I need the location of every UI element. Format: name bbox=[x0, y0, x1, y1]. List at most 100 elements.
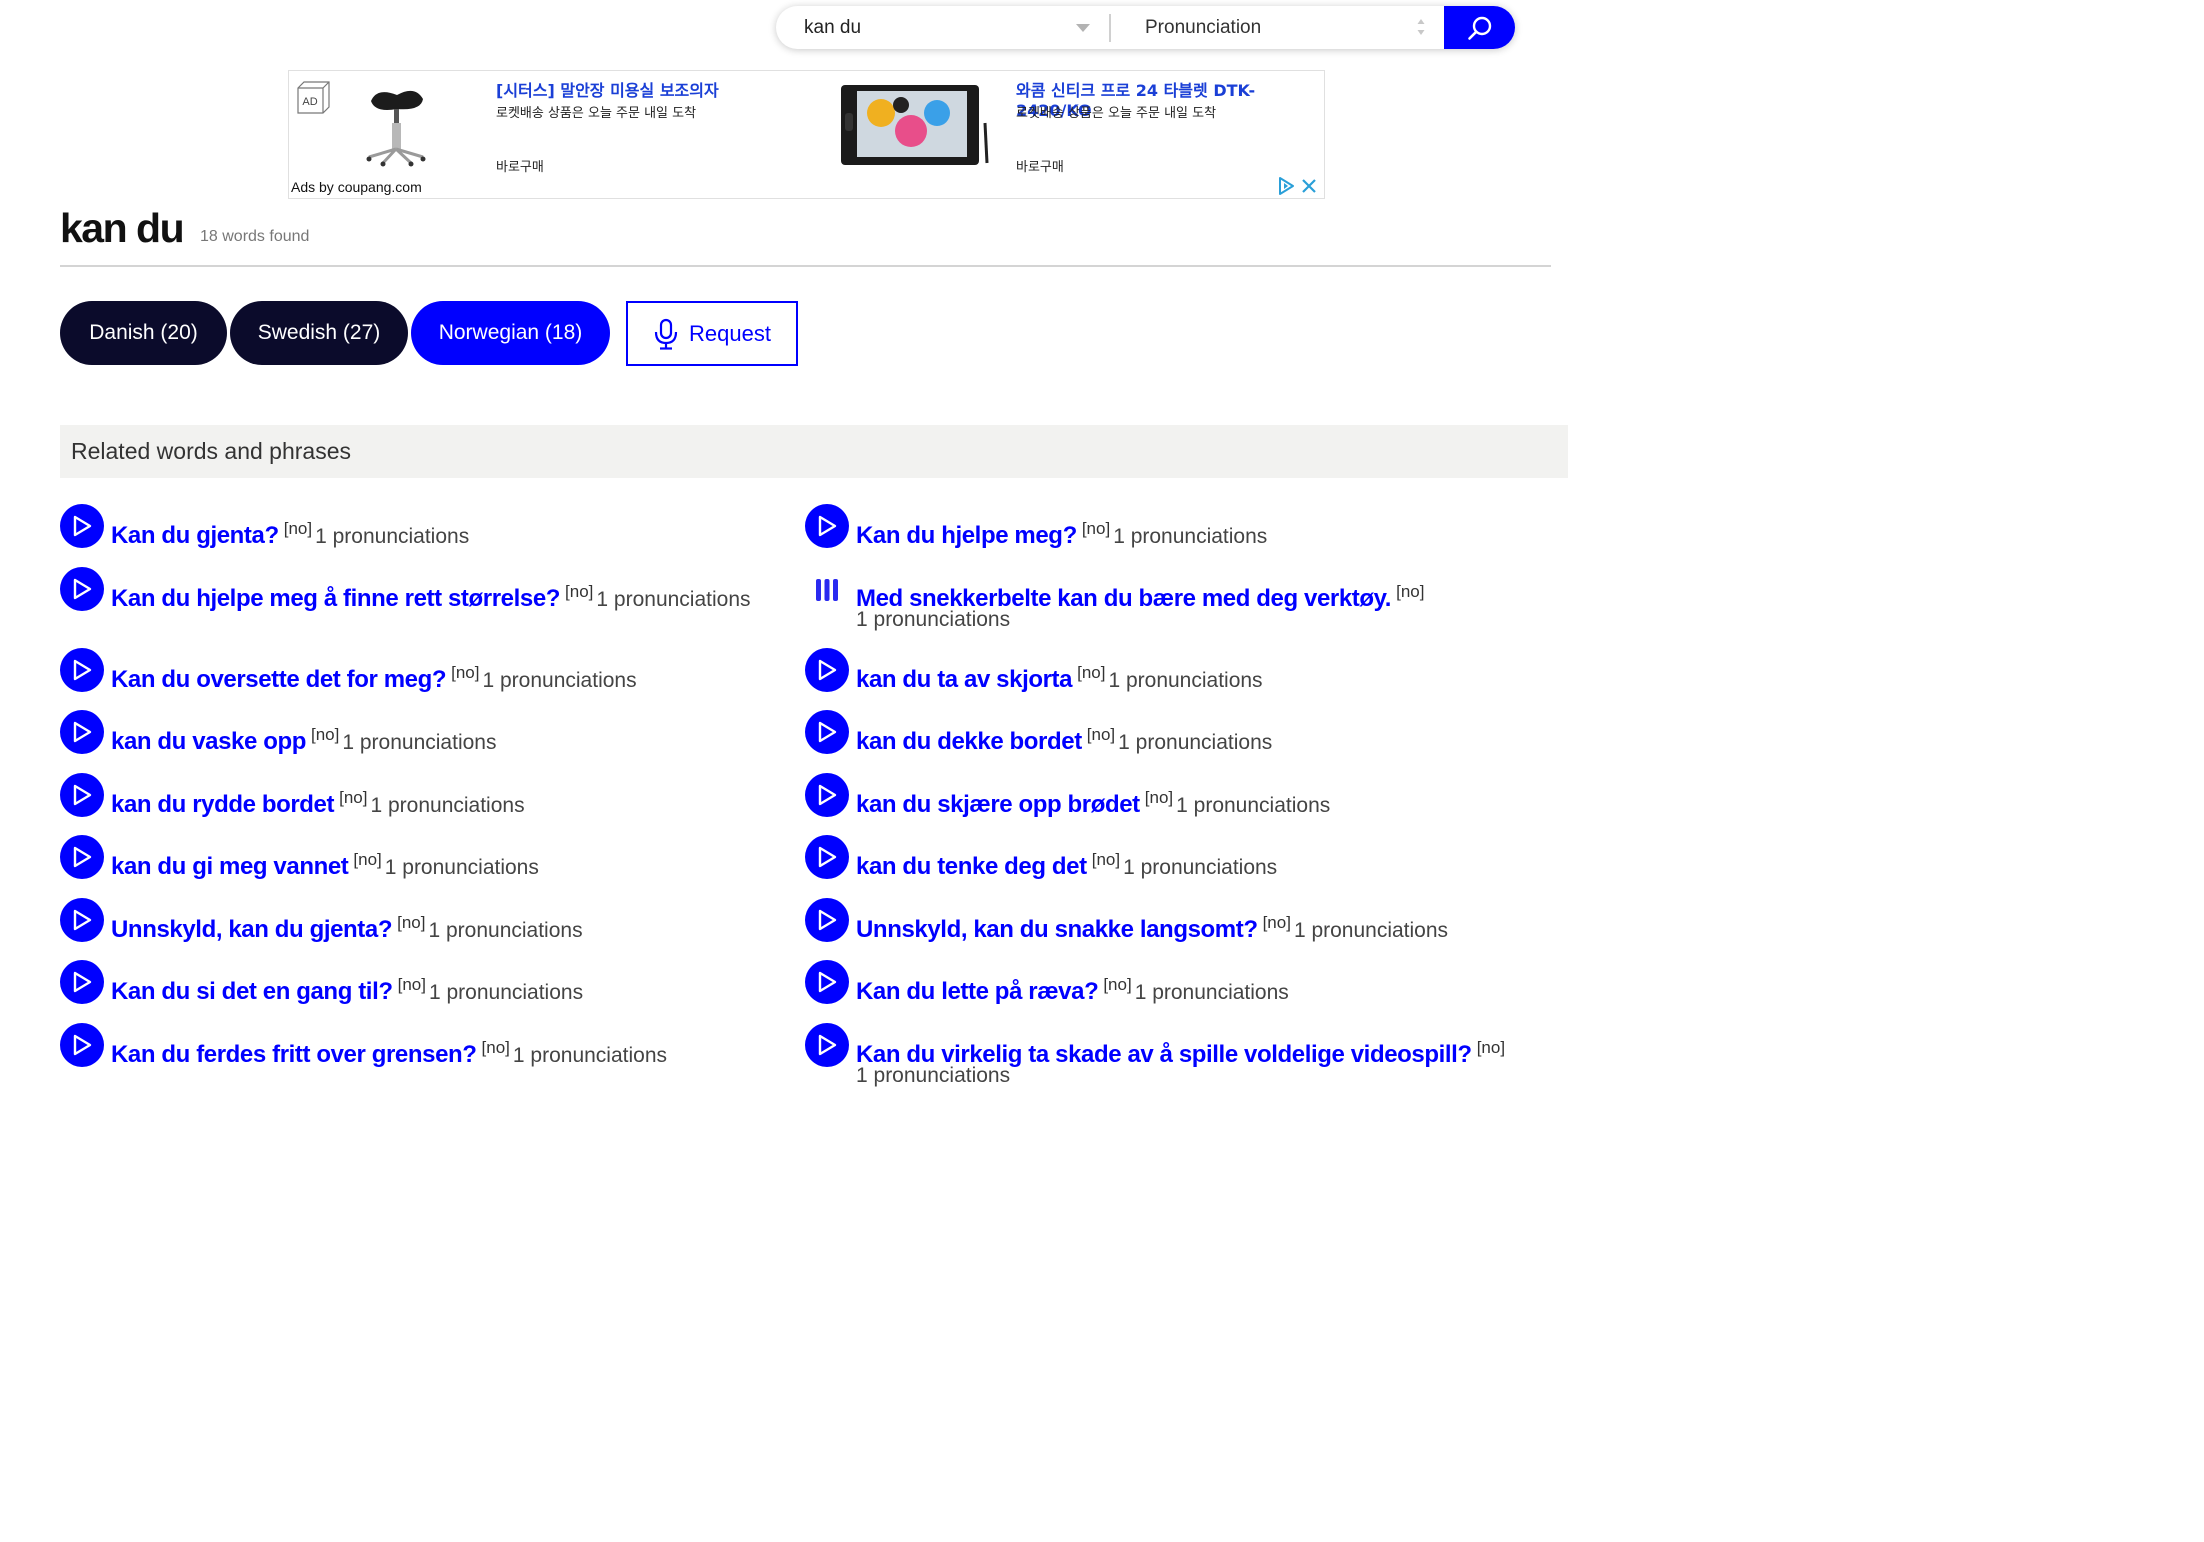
related-title: Related words and phrases bbox=[71, 438, 351, 464]
tab-danish[interactable]: Danish (20) bbox=[60, 301, 227, 365]
play-icon bbox=[818, 971, 837, 993]
close-icon[interactable] bbox=[1300, 176, 1318, 196]
phrase-link[interactable]: Kan du hjelpe meg å finne rett størrelse… bbox=[111, 585, 560, 612]
phrase-link[interactable]: Kan du si det en gang til? bbox=[111, 978, 393, 1005]
tablet-image[interactable] bbox=[841, 83, 989, 167]
language-tag: [no] bbox=[1086, 725, 1116, 744]
pronunciation-count: 1 pronunciations bbox=[856, 608, 1011, 631]
play-button[interactable] bbox=[805, 648, 849, 692]
language-tag: [no] bbox=[339, 788, 368, 807]
phrase-link[interactable]: Kan du lette på ræva? bbox=[856, 978, 1099, 1005]
pronunciation-count: 1 pronunciations bbox=[856, 1064, 1011, 1087]
ad-product1-buy[interactable]: 바로구매 bbox=[496, 156, 544, 175]
search-bar: kan du Pronunciation bbox=[776, 6, 1515, 49]
play-icon bbox=[73, 659, 92, 681]
pronunciation-count: 1 pronunciations bbox=[384, 856, 539, 879]
divider bbox=[60, 265, 1551, 267]
phrase-link[interactable]: kan du dekke bordet bbox=[856, 728, 1082, 755]
play-icon bbox=[818, 721, 837, 743]
play-button[interactable] bbox=[60, 773, 104, 817]
search-button[interactable] bbox=[1444, 6, 1515, 49]
tab-swedish[interactable]: Swedish (27) bbox=[230, 301, 408, 365]
request-label: Request bbox=[689, 320, 771, 346]
ad-badge: AD bbox=[295, 79, 331, 115]
phrase-link[interactable]: kan du ta av skjorta bbox=[856, 666, 1072, 693]
play-icon bbox=[818, 784, 837, 806]
ads-by-label[interactable]: Ads by coupang.com bbox=[291, 179, 422, 195]
phrase-link[interactable]: Kan du hjelpe meg? bbox=[856, 522, 1077, 549]
saddle-chair-image[interactable] bbox=[357, 75, 435, 167]
play-button[interactable] bbox=[60, 1023, 104, 1067]
play-icon bbox=[818, 909, 837, 931]
language-tag: [no] bbox=[1476, 1038, 1506, 1057]
play-button[interactable] bbox=[805, 710, 849, 754]
play-button[interactable] bbox=[60, 567, 104, 611]
language-tag: [no] bbox=[1081, 519, 1111, 538]
language-tag: [no] bbox=[353, 850, 382, 869]
pronunciation-count: 1 pronunciations bbox=[1108, 669, 1263, 692]
pause-icon[interactable] bbox=[815, 578, 839, 602]
ad-product2-buy[interactable]: 바로구매 bbox=[1016, 156, 1064, 175]
page-title: kan du bbox=[60, 205, 185, 251]
play-button[interactable] bbox=[805, 773, 849, 817]
language-tag: [no] bbox=[1077, 663, 1106, 682]
play-icon bbox=[73, 846, 92, 868]
play-button[interactable] bbox=[60, 648, 104, 692]
related-section-header: Related words and phrases bbox=[60, 425, 1568, 478]
play-button[interactable] bbox=[60, 710, 104, 754]
play-button[interactable] bbox=[805, 960, 849, 1004]
play-icon bbox=[73, 909, 92, 931]
play-button[interactable] bbox=[60, 504, 104, 548]
ad-product1-title[interactable]: [시터스] 말안장 미용실 보조의자 bbox=[496, 77, 719, 101]
ad-box-icon: AD bbox=[297, 81, 330, 114]
language-tag: [no] bbox=[397, 913, 426, 932]
phrase-link[interactable]: Unnskyld, kan du gjenta? bbox=[111, 916, 393, 943]
request-button[interactable]: Request bbox=[626, 301, 798, 366]
search-input[interactable]: kan du bbox=[804, 6, 861, 49]
play-icon bbox=[818, 846, 837, 868]
phrase-link[interactable]: Kan du oversette det for meg? bbox=[111, 666, 447, 693]
pronunciation-count: 1 pronunciations bbox=[1118, 731, 1273, 754]
pronunciation-count: 1 pronunciations bbox=[1113, 525, 1268, 548]
search-icon bbox=[1467, 16, 1491, 40]
play-button[interactable] bbox=[805, 1023, 849, 1067]
pronunciation-count: 1 pronunciations bbox=[482, 669, 637, 692]
play-button[interactable] bbox=[60, 835, 104, 879]
phrase-link[interactable]: kan du gi meg vannet bbox=[111, 853, 349, 880]
language-tag: [no] bbox=[397, 975, 426, 994]
select-arrows-icon[interactable] bbox=[1416, 17, 1426, 37]
chevron-down-icon[interactable] bbox=[1076, 24, 1090, 32]
pronunciation-count: 1 pronunciations bbox=[428, 981, 584, 1004]
pronunciation-count: 1 pronunciations bbox=[1176, 794, 1331, 817]
phrase-link[interactable]: kan du rydde bordet bbox=[111, 791, 335, 818]
phrase-link[interactable]: kan du skjære opp brødet bbox=[856, 791, 1140, 818]
pronunciation-count: 1 pronunciations bbox=[1123, 856, 1278, 879]
results-count: 18 words found bbox=[200, 228, 310, 245]
play-icon bbox=[73, 578, 92, 600]
search-divider bbox=[1109, 14, 1111, 42]
phrase-link[interactable]: Unnskyld, kan du snakke langsomt? bbox=[856, 916, 1258, 943]
play-button[interactable] bbox=[805, 504, 849, 548]
adchoices-icon[interactable] bbox=[1276, 176, 1296, 196]
play-button[interactable] bbox=[60, 960, 104, 1004]
language-tag: [no] bbox=[1103, 975, 1132, 994]
phrase-link[interactable]: kan du tenke deg det bbox=[856, 853, 1087, 880]
phrase-link[interactable]: Kan du gjenta? bbox=[111, 522, 279, 549]
pronunciation-count: 1 pronunciations bbox=[596, 588, 751, 611]
ad-banner: AD [시터스] 말안장 미용실 보조의자 로켓배송 상품은 오늘 주문 내일 … bbox=[288, 70, 1325, 199]
play-icon bbox=[73, 1034, 92, 1056]
pronunciation-count: 1 pronunciations bbox=[428, 919, 583, 942]
tab-norwegian[interactable]: Norwegian (18) bbox=[411, 301, 610, 365]
language-tag: [no] bbox=[481, 1038, 510, 1057]
pronunciation-count: 1 pronunciations bbox=[342, 731, 497, 754]
phrase-link[interactable]: Kan du ferdes fritt over grensen? bbox=[111, 1041, 477, 1068]
play-button[interactable] bbox=[60, 898, 104, 942]
ad-product2-subtitle: 로켓배송 상품은 오늘 주문 내일 도착 bbox=[1016, 106, 1217, 121]
pronunciation-count: 1 pronunciations bbox=[315, 525, 470, 548]
search-type-select[interactable]: Pronunciation bbox=[1145, 6, 1261, 49]
phrase-link[interactable]: kan du vaske opp bbox=[111, 728, 306, 755]
play-button[interactable] bbox=[805, 898, 849, 942]
play-icon bbox=[818, 659, 837, 681]
play-icon bbox=[73, 971, 92, 993]
play-button[interactable] bbox=[805, 835, 849, 879]
